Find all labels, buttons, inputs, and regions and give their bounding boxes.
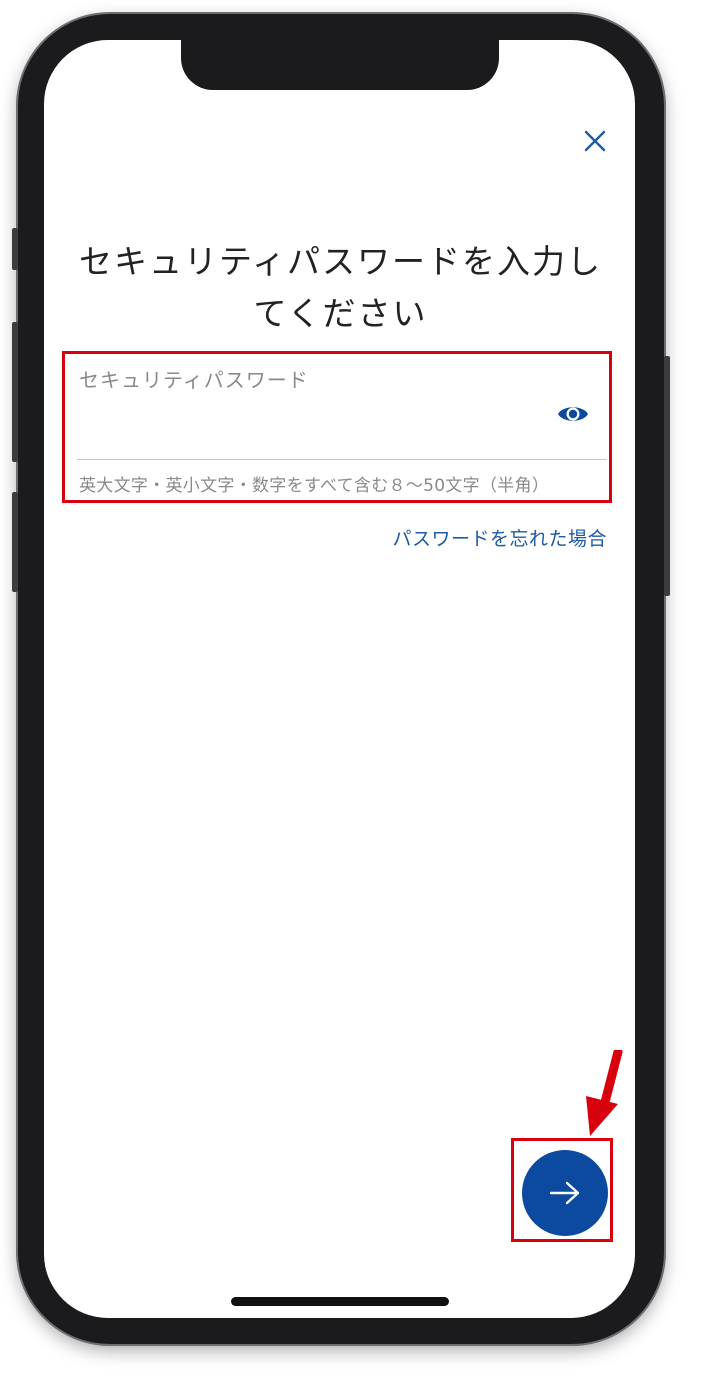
password-hint: 英大文字・英小文字・数字をすべて含む８〜50文字（半角） (79, 476, 550, 496)
red-arrow-icon (586, 1050, 623, 1136)
next-button[interactable] (522, 1150, 608, 1236)
page-title: セキュリティパスワードを入力してください (78, 242, 603, 333)
password-field: セキュリティパスワード 英大文字・英小文字・数字をすべて含む８〜50文字（半角） (62, 351, 612, 503)
forgot-password-link[interactable]: パスワードを忘れた場合 (372, 524, 607, 551)
volume-down-button (12, 492, 18, 592)
password-input[interactable] (79, 400, 539, 440)
arrow-right-icon (549, 1181, 580, 1205)
silent-switch (12, 228, 18, 270)
phone-screen: セキュリティパスワードを入力してください セキュリティパスワード 英大文字・英小… (44, 40, 635, 1318)
power-button (664, 356, 670, 596)
field-underline (77, 459, 607, 460)
password-field-label: セキュリティパスワード (79, 368, 309, 392)
close-icon (584, 130, 606, 152)
eye-icon (558, 407, 588, 421)
home-indicator (231, 1297, 449, 1306)
volume-up-button (12, 322, 18, 462)
notch (181, 40, 499, 90)
show-password-button[interactable] (555, 399, 591, 429)
close-button[interactable] (579, 125, 611, 157)
